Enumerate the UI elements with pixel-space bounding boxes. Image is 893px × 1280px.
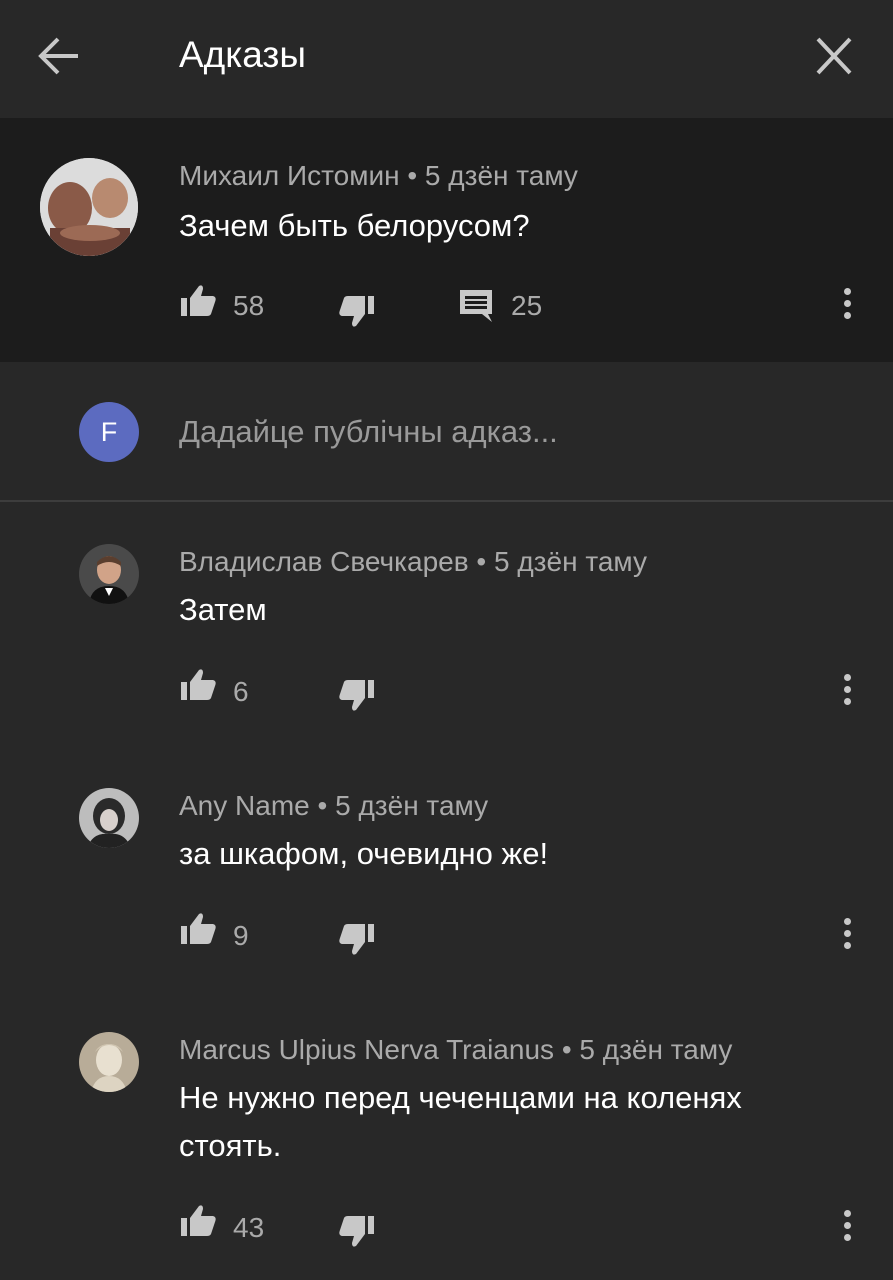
meta-separator: • [407,160,418,191]
meta-separator: • [476,546,487,577]
close-icon [816,37,852,75]
arrow-left-icon [38,37,78,75]
list-item: Any Name • 5 дзён таму за шкафом, очевид… [0,746,893,990]
meta-separator: • [317,790,328,821]
dislike-button[interactable] [336,676,376,714]
list-item: Marcus Ulpius Nerva Traianus • 5 дзён та… [0,990,893,1280]
like-count: 9 [233,920,249,951]
more-dots-icon [844,1210,851,1217]
comment-text: Зачем быть белорусом? [179,208,530,243]
close-button[interactable] [806,30,862,82]
more-options-button[interactable] [832,282,864,326]
thumbs-down-icon [339,1216,374,1247]
comment-text: Не нужно перед чеченцами на коленях стоя… [179,1080,742,1163]
thumbs-up-icon [181,913,216,944]
avatar[interactable] [40,158,138,256]
more-dots-icon [844,674,851,681]
like-count: 6 [233,676,249,707]
like-button[interactable] [179,1202,219,1240]
avatar[interactable] [79,788,139,848]
like-button[interactable] [179,910,219,948]
list-item: Владислав Свечкарев • 5 дзён таму Затем … [0,502,893,746]
comment-author[interactable]: Михаил Истомин [179,160,400,191]
parent-comment: Михаил Истомин • 5 дзён таму Зачем быть … [0,118,893,362]
comment-text: Затем [179,592,267,627]
avatar[interactable] [79,1032,139,1092]
reply-input[interactable]: Дадайце публічны адказ... [179,414,558,450]
more-options-button[interactable] [832,1204,864,1248]
comment-time: 5 дзён таму [493,546,647,577]
comment-time: 5 дзён таму [424,160,578,191]
comment-time: 5 дзён таму [335,790,489,821]
dislike-button[interactable] [336,920,376,958]
thumbs-down-icon [339,296,374,327]
thumbs-up-icon [181,285,216,316]
back-button[interactable] [30,30,86,82]
more-dots-icon [844,288,851,295]
comment-meta: Any Name • 5 дзён таму [179,790,488,822]
comment-time: 5 дзён таму [579,1034,733,1065]
more-dots-icon [844,918,851,925]
like-button[interactable] [179,282,219,320]
comment-author[interactable]: Any Name [179,790,310,821]
like-count: 43 [233,1212,265,1243]
comment-author[interactable]: Marcus Ulpius Nerva Traianus [179,1034,554,1065]
thumbs-down-icon [339,924,374,955]
avatar[interactable] [79,544,139,604]
thumbs-down-icon [339,680,374,711]
comment-meta: Владислав Свечкарев • 5 дзён таму [179,546,647,578]
header: Адказы [0,0,893,118]
like-count: 58 [233,290,265,321]
comment-author[interactable]: Владислав Свечкарев [179,546,469,577]
more-options-button[interactable] [832,912,864,956]
like-button[interactable] [179,666,219,704]
dislike-button[interactable] [336,292,376,330]
dislike-button[interactable] [336,1212,376,1250]
comment-meta: Михаил Истомин • 5 дзён таму [179,160,578,192]
reply-count: 25 [511,290,543,321]
comment-icon [460,290,492,322]
page-title: Адказы [179,34,306,75]
comment-meta: Marcus Ulpius Nerva Traianus • 5 дзён та… [179,1034,732,1066]
reply-button[interactable] [458,288,494,324]
meta-separator: • [561,1034,572,1065]
thumbs-up-icon [181,669,216,700]
more-options-button[interactable] [832,668,864,712]
comment-text: за шкафом, очевидно же! [179,836,549,871]
thumbs-up-icon [181,1205,216,1236]
user-avatar[interactable]: F [79,402,139,462]
